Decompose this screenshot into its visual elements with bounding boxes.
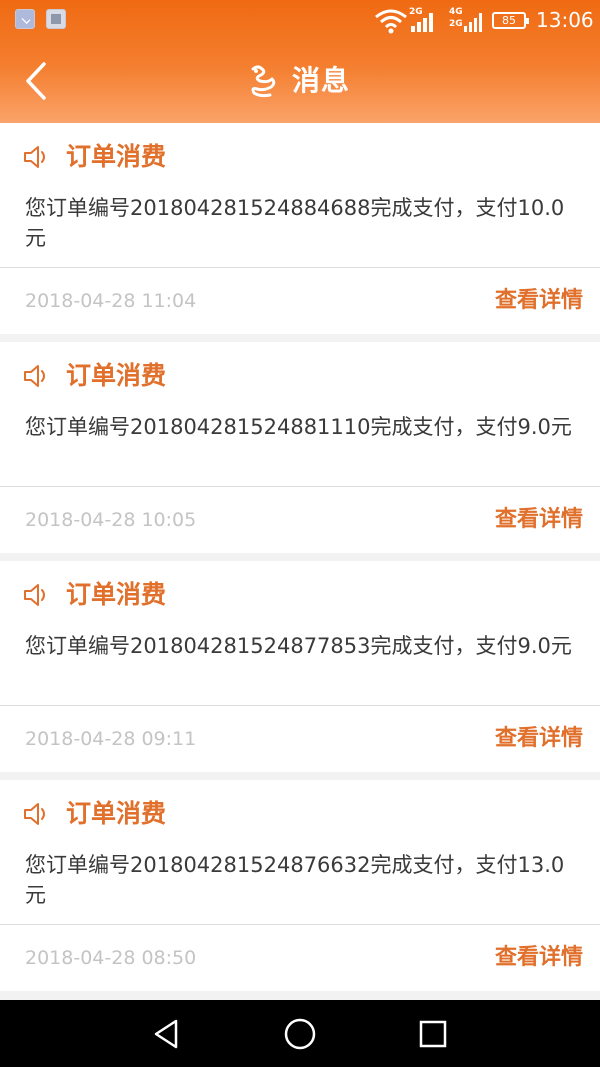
message-body: 您订单编号201804281524877853完成支付，支付9.0元 <box>25 634 572 658</box>
page-title: 消息 <box>292 64 351 97</box>
message-body: 您订单编号201804281524881110完成支付，支付9.0元 <box>25 415 572 439</box>
square-recents-icon <box>419 1020 447 1048</box>
message-card: 订单消费 您订单编号201804281524881110完成支付，支付9.0元 … <box>0 342 600 553</box>
message-body: 您订单编号201804281524884688完成支付，支付10.0元 <box>25 196 565 250</box>
status-bar: 2G 4G 2G 85 13:06 <box>0 0 600 40</box>
signal-strength-2-icon <box>464 12 484 32</box>
message-title: 订单消费 <box>66 580 167 609</box>
top-bar: 2G 4G 2G 85 13:06 消息 <box>0 0 600 123</box>
view-details-button[interactable]: 查看详情 <box>495 285 583 317</box>
message-time: 2018-04-28 11:04 <box>25 290 197 312</box>
card-divider <box>0 924 600 925</box>
message-time: 2018-04-28 09:11 <box>25 728 197 750</box>
card-divider <box>0 705 600 706</box>
speaker-icon <box>24 803 45 825</box>
image-notification-icon <box>46 9 66 29</box>
triangle-back-icon <box>154 1019 178 1049</box>
status-time: 13:06 <box>536 8 594 32</box>
circle-home-icon <box>284 1018 316 1050</box>
messages-screen: 2G 4G 2G 85 13:06 消息 订单消费 您订单编号201804281… <box>0 0 600 1067</box>
health-notification-icon <box>15 9 35 29</box>
card-divider <box>0 486 600 487</box>
signal-strength-icon <box>411 12 437 32</box>
back-button[interactable] <box>16 58 60 104</box>
wifi-icon <box>375 9 407 34</box>
message-card: 订单消费 您订单编号201804281524884688完成支付，支付10.0元… <box>0 123 600 334</box>
battery-icon: 85 <box>492 12 529 29</box>
message-title: 订单消费 <box>66 142 167 171</box>
nav-back-button[interactable] <box>148 1015 186 1053</box>
speaker-icon <box>24 365 45 387</box>
message-time: 2018-04-28 08:50 <box>25 947 197 969</box>
message-title: 订单消费 <box>66 361 167 390</box>
speaker-icon <box>24 584 45 606</box>
view-details-button[interactable]: 查看详情 <box>495 942 583 974</box>
message-card: 订单消费 您订单编号201804281524877853完成支付，支付9.0元 … <box>0 561 600 772</box>
header: 消息 <box>0 40 600 123</box>
message-title: 订单消费 <box>66 799 167 828</box>
chevron-left-icon <box>26 62 46 100</box>
network-4g-label: 4G <box>449 7 463 17</box>
message-card: 订单消费 您订单编号201804281524876632完成支付，支付13.0元… <box>0 780 600 991</box>
network-2g-label: 2G <box>449 19 463 29</box>
speaker-icon <box>24 146 45 168</box>
system-nav-bar <box>0 1000 600 1067</box>
card-divider <box>0 267 600 268</box>
nav-recents-button[interactable] <box>414 1015 452 1053</box>
view-details-button[interactable]: 查看详情 <box>495 504 583 536</box>
message-time: 2018-04-28 10:05 <box>25 509 197 531</box>
view-details-button[interactable]: 查看详情 <box>495 723 583 755</box>
nav-home-button[interactable] <box>281 1015 319 1053</box>
message-body: 您订单编号201804281524876632完成支付，支付13.0元 <box>25 853 565 907</box>
dragon-logo-icon <box>251 65 276 98</box>
